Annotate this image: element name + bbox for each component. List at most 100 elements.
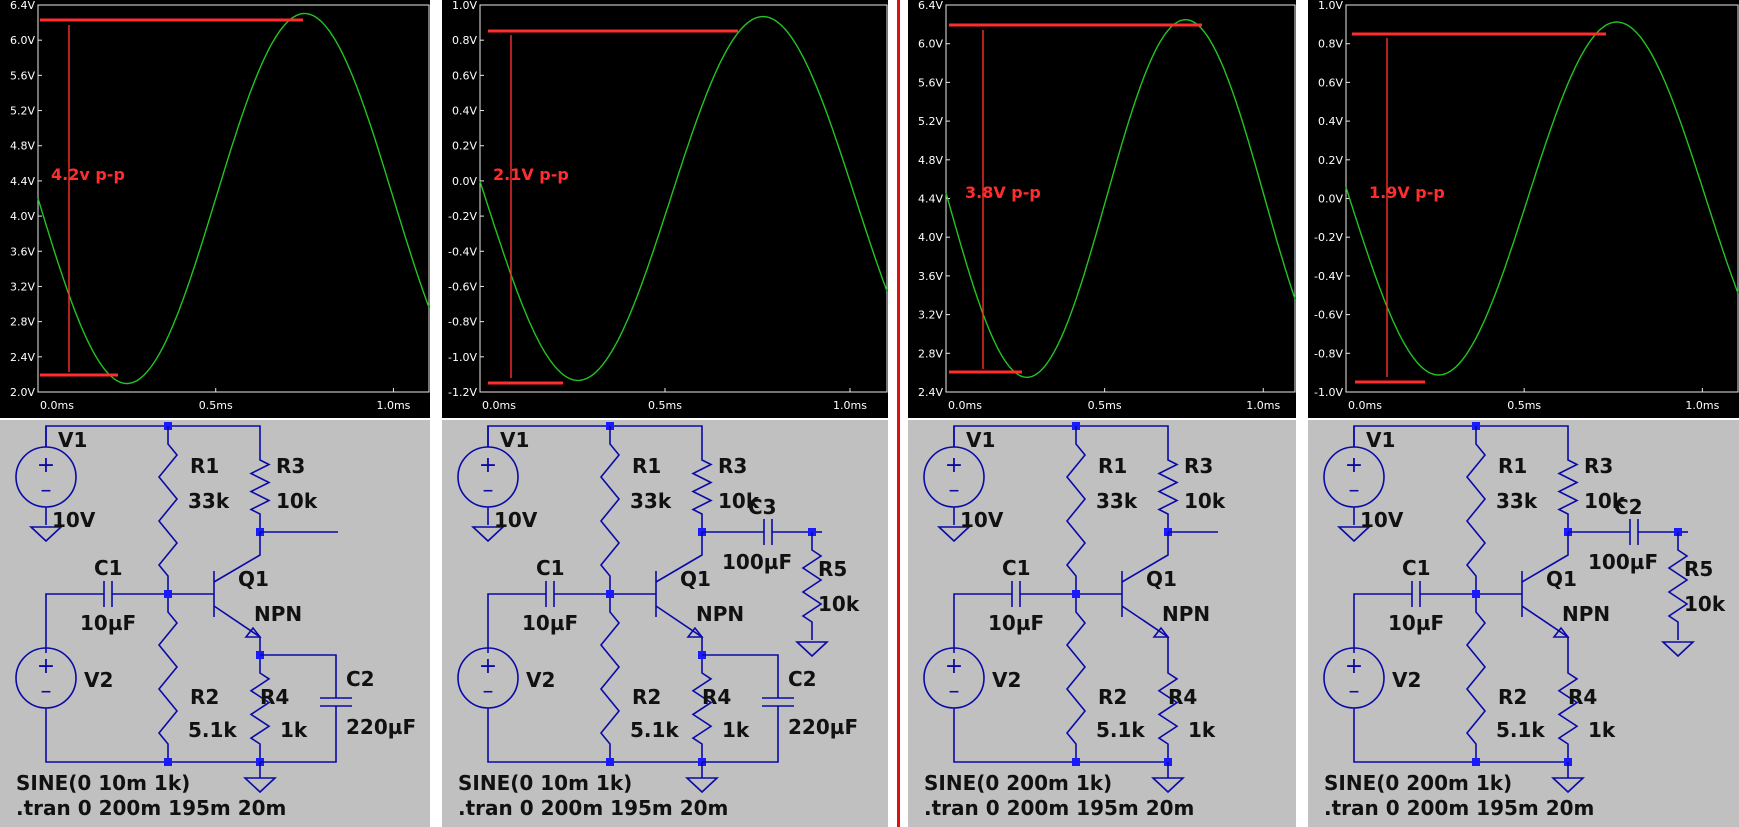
- y-tick-label: -1.2V: [448, 386, 477, 399]
- y-tick-label: -0.4V: [1314, 270, 1343, 283]
- peak-to-peak-annotation: 3.8V p-p: [965, 183, 1041, 202]
- y-tick-label: 0.0V: [452, 175, 477, 188]
- y-tick-label: 5.2V: [10, 105, 35, 118]
- r4-label: R4: [1568, 685, 1597, 709]
- minus-sign: –: [41, 478, 52, 503]
- y-tick-label: 4.8V: [10, 140, 35, 153]
- c1-label: C1: [1002, 556, 1031, 580]
- q1-type: NPN: [254, 602, 302, 626]
- plus-sign: +: [479, 654, 497, 679]
- sine-source-directive: SINE(0 10m 1k): [458, 771, 632, 795]
- r3-value: 10k: [276, 489, 318, 513]
- plus-sign: +: [37, 654, 55, 679]
- minus-sign: –: [1349, 478, 1360, 503]
- junction: [606, 758, 614, 766]
- x-tick-label: 0.0ms: [482, 399, 516, 412]
- v2-label: V2: [84, 668, 113, 692]
- plot-background: [0, 0, 430, 418]
- r4-value: 1k: [280, 718, 308, 742]
- y-tick-label: 6.4V: [10, 0, 35, 12]
- v2-label: V2: [992, 668, 1021, 692]
- x-tick-label: 0.5ms: [1507, 399, 1541, 412]
- sine-source-directive: SINE(0 200m 1k): [924, 771, 1112, 795]
- v1-label: V1: [966, 428, 995, 452]
- c2-value: 100µF: [1588, 550, 1658, 574]
- y-tick-label: 4.4V: [10, 175, 35, 188]
- plot-background: [908, 0, 1296, 418]
- transient-directive: .tran 0 200m 195m 20m: [1324, 796, 1594, 820]
- y-tick-label: -0.6V: [448, 280, 477, 293]
- transient-directive: .tran 0 200m 195m 20m: [924, 796, 1194, 820]
- y-tick-label: -0.8V: [1314, 347, 1343, 360]
- y-tick-label: 4.8V: [918, 154, 943, 167]
- minus-sign: –: [1349, 679, 1360, 704]
- c1-value: 10µF: [988, 611, 1044, 635]
- r4-value: 1k: [722, 718, 750, 742]
- r3-label: R3: [1584, 454, 1613, 478]
- y-tick-label: 6.0V: [918, 38, 943, 51]
- r2-value: 5.1k: [630, 718, 679, 742]
- y-tick-label: -0.2V: [1314, 231, 1343, 244]
- y-tick-label: 0.6V: [452, 69, 477, 82]
- r3-label: R3: [718, 454, 747, 478]
- junction: [1472, 758, 1480, 766]
- schematic: +–V110VR133kR25.1kR310kC110µF+– V2Q1NPNR4…: [0, 420, 430, 827]
- r4-label: R4: [1168, 685, 1197, 709]
- y-tick-label: 1.0V: [452, 0, 477, 12]
- v2-label: V2: [1392, 668, 1421, 692]
- junction: [1072, 758, 1080, 766]
- c2-label: C2: [1614, 495, 1643, 519]
- y-tick-label: 5.6V: [10, 69, 35, 82]
- r5-label: R5: [818, 557, 847, 581]
- y-tick-label: 3.2V: [918, 309, 943, 322]
- x-tick-label: 1.0ms: [1685, 399, 1719, 412]
- plus-sign: +: [1345, 654, 1363, 679]
- y-tick-label: 6.0V: [10, 34, 35, 47]
- y-tick-label: 0.0V: [1318, 193, 1343, 206]
- peak-to-peak-annotation: 4.2v p-p: [51, 165, 125, 184]
- r4-label: R4: [260, 685, 289, 709]
- schematic-background: [1308, 420, 1739, 827]
- plus-sign: +: [37, 453, 55, 478]
- r5-value: 10k: [818, 592, 860, 616]
- plus-sign: +: [945, 654, 963, 679]
- plot-background: [1308, 0, 1739, 418]
- c1-value: 10µF: [522, 611, 578, 635]
- y-tick-label: 0.6V: [1318, 76, 1343, 89]
- y-tick-label: -0.4V: [448, 245, 477, 258]
- v1-value: 10V: [960, 508, 1004, 532]
- r1-label: R1: [190, 454, 219, 478]
- c1-label: C1: [94, 556, 123, 580]
- y-tick-label: 5.2V: [918, 115, 943, 128]
- y-tick-label: -0.8V: [448, 316, 477, 329]
- y-tick-label: 4.4V: [918, 193, 943, 206]
- r2-value: 5.1k: [188, 718, 237, 742]
- sine-source-directive: SINE(0 10m 1k): [16, 771, 190, 795]
- x-tick-label: 0.5ms: [648, 399, 682, 412]
- junction: [1472, 590, 1480, 598]
- y-tick-label: -1.0V: [1314, 386, 1343, 399]
- y-tick-label: 4.0V: [10, 210, 35, 223]
- v1-value: 10V: [52, 508, 96, 532]
- panel-divider: [897, 0, 900, 827]
- r2-value: 5.1k: [1496, 718, 1545, 742]
- r1-value: 33k: [1496, 489, 1538, 513]
- y-tick-label: 0.8V: [452, 34, 477, 47]
- r4-value: 1k: [1188, 718, 1216, 742]
- c3-value: 100µF: [722, 550, 792, 574]
- junction: [1072, 590, 1080, 598]
- plus-sign: +: [479, 453, 497, 478]
- simulation-comparison: 6.4V 6.0V 5.6V 5.2V 4.8V 4.4V 4.0V 3.6V 3.2V 2.8V…: [0, 0, 1739, 827]
- q1-label: Q1: [680, 567, 711, 591]
- peak-to-peak-annotation: 2.1V p-p: [493, 165, 569, 184]
- y-tick-label: 4.0V: [918, 231, 943, 244]
- y-tick-label: 2.4V: [918, 386, 943, 399]
- r3-label: R3: [1184, 454, 1213, 478]
- r5-value: 10k: [1684, 592, 1726, 616]
- c1-value: 10µF: [80, 611, 136, 635]
- minus-sign: –: [41, 679, 52, 704]
- r3-label: R3: [276, 454, 305, 478]
- x-tick-label: 0.5ms: [199, 399, 233, 412]
- r3-value: 10k: [1184, 489, 1226, 513]
- r2-label: R2: [1098, 685, 1127, 709]
